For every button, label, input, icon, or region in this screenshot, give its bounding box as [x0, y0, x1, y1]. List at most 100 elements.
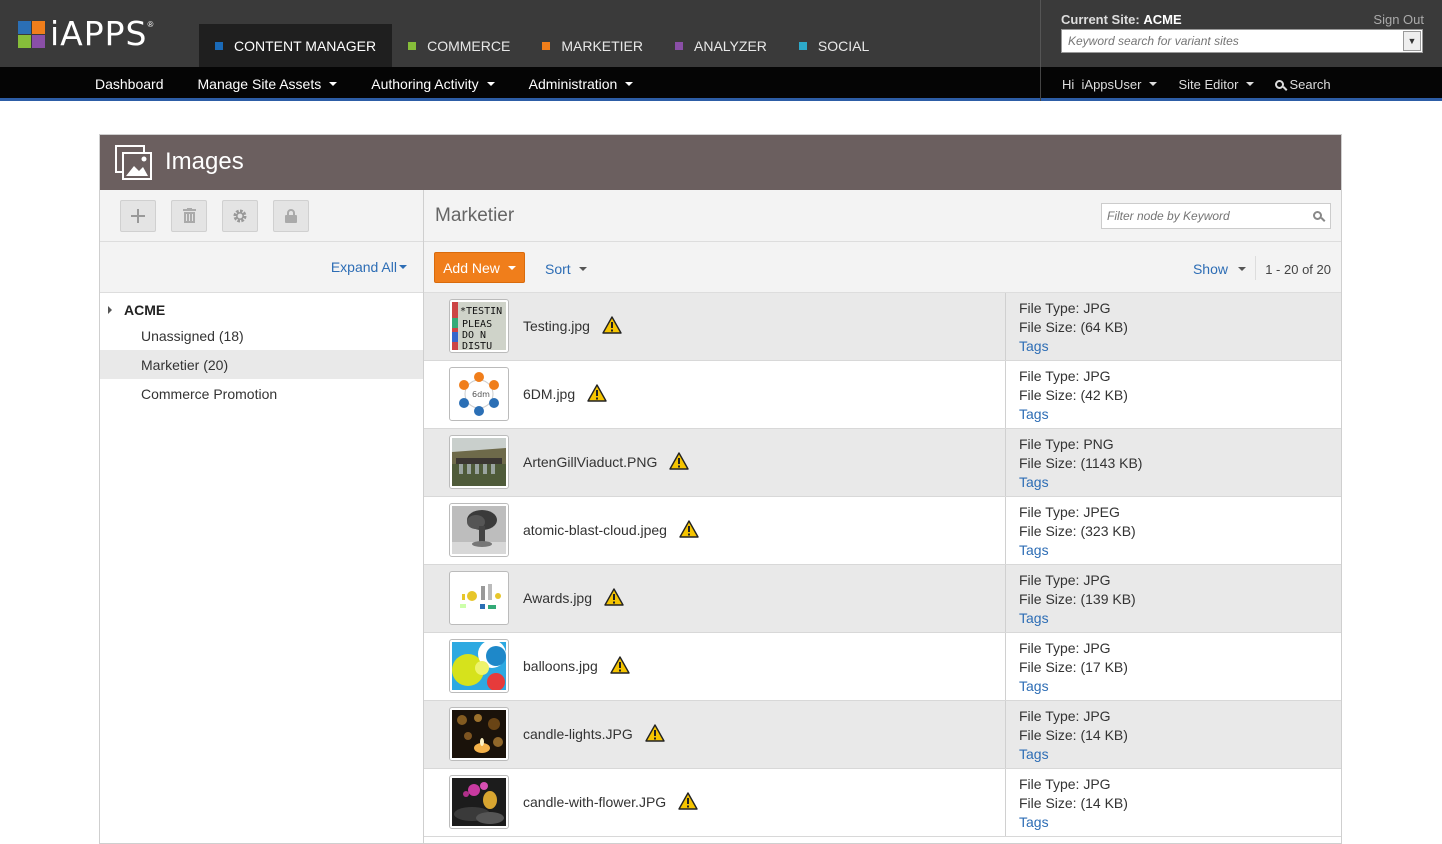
file-thumbnail[interactable]: [449, 571, 509, 625]
file-name[interactable]: atomic-blast-cloud.jpeg: [523, 520, 699, 538]
app-tab-content-manager[interactable]: CONTENT MANAGER: [199, 24, 393, 67]
tags-link[interactable]: Tags: [1019, 405, 1128, 424]
tags-link[interactable]: Tags: [1019, 745, 1128, 764]
app-tab-social[interactable]: SOCIAL: [783, 24, 885, 67]
file-type-value: JPG: [1083, 640, 1111, 656]
caret-down-icon: [1246, 82, 1255, 86]
chevron-down-icon[interactable]: ▼: [1403, 31, 1421, 51]
search-icon[interactable]: [1313, 211, 1322, 220]
file-row[interactable]: Awards.jpg File Type: JPG File Size: (139 …: [424, 565, 1341, 633]
file-meta: File Type: PNG File Size: (1143 KB) Tags: [1019, 435, 1142, 492]
nav-administration-label: Administration: [528, 76, 618, 92]
nav-authoring-activity[interactable]: Authoring Activity: [371, 67, 495, 101]
file-type-line: File Type: JPG: [1019, 639, 1128, 658]
file-meta: File Type: JPEG File Size: (323 KB) Tags: [1019, 503, 1136, 560]
nav-dashboard[interactable]: Dashboard: [95, 67, 164, 101]
trash-icon: [182, 208, 196, 223]
file-meta: File Type: JPG File Size: (14 KB) Tags: [1019, 707, 1128, 764]
file-name[interactable]: candle-with-flower.JPG: [523, 792, 698, 810]
file-row[interactable]: 6dm 6DM.jpg File Type: JPG File Size: (42 K…: [424, 361, 1341, 429]
tags-link[interactable]: Tags: [1019, 609, 1136, 628]
file-name[interactable]: 6DM.jpg: [523, 384, 607, 402]
file-size-value: (139 KB): [1080, 591, 1136, 607]
add-new-button[interactable]: Add New: [434, 252, 525, 283]
nav-manage-site-assets[interactable]: Manage Site Assets: [198, 67, 338, 101]
file-thumbnail[interactable]: 6dm: [449, 367, 509, 421]
file-row[interactable]: balloons.jpg File Type: JPG File Size: (17…: [424, 633, 1341, 701]
file-type-line: File Type: JPG: [1019, 571, 1136, 590]
caret-down-icon: [399, 265, 407, 269]
tree-node[interactable]: Unassigned (18): [100, 321, 423, 350]
site-editor-menu[interactable]: Site Editor: [1178, 77, 1255, 92]
page-title: Images: [165, 148, 244, 175]
folder-tree-pane: Expand All ACME Unassigned (18) Marketier…: [100, 190, 424, 843]
file-name[interactable]: ArtenGillViaduct.PNG: [523, 452, 690, 470]
file-thumbnail[interactable]: [449, 639, 509, 693]
images-icon: [115, 145, 152, 180]
tags-link[interactable]: Tags: [1019, 337, 1128, 356]
svg-text:DO N: DO N: [462, 330, 486, 341]
file-meta: File Type: JPG File Size: (14 KB) Tags: [1019, 775, 1128, 832]
filter-box[interactable]: [1101, 203, 1331, 229]
expand-row: Expand All: [100, 242, 423, 293]
file-row[interactable]: atomic-blast-cloud.jpeg File Type: JPEG Fi…: [424, 497, 1341, 565]
nav-menu: Dashboard Manage Site Assets Authoring A…: [95, 67, 667, 101]
tree-node[interactable]: Commerce Promotion: [100, 379, 423, 408]
show-dropdown[interactable]: Show: [1193, 261, 1246, 277]
thumbnail-image: [452, 640, 506, 691]
app-tab-analyzer[interactable]: ANALYZER: [659, 24, 783, 67]
logo-mark-icon: [18, 21, 45, 48]
search-link[interactable]: Search: [1275, 77, 1331, 92]
sort-dropdown[interactable]: Sort: [545, 261, 587, 277]
app-tab-label: COMMERCE: [427, 37, 511, 54]
file-thumbnail[interactable]: [449, 775, 509, 829]
file-size-value: (14 KB): [1080, 795, 1128, 811]
tags-link[interactable]: Tags: [1019, 473, 1142, 492]
file-thumbnail[interactable]: [449, 707, 509, 761]
expand-arrow-icon[interactable]: [108, 306, 112, 314]
sign-out-link[interactable]: Sign Out: [1373, 12, 1424, 27]
file-meta: File Type: JPG File Size: (42 KB) Tags: [1019, 367, 1128, 424]
file-row-main: candle-with-flower.JPG: [424, 769, 1006, 836]
file-row[interactable]: candle-with-flower.JPG File Type: JPG File…: [424, 769, 1341, 837]
app-tab-marketier[interactable]: MARKETIER: [526, 24, 659, 67]
tags-link[interactable]: Tags: [1019, 677, 1128, 696]
user-name: iAppsUser: [1081, 76, 1142, 92]
file-type-value: JPG: [1083, 708, 1111, 724]
file-size-label: File Size:: [1019, 795, 1077, 811]
tree-root-acme[interactable]: ACME: [100, 299, 423, 321]
app-tab-commerce[interactable]: COMMERCE: [392, 24, 526, 67]
folder-settings-button[interactable]: [222, 199, 258, 232]
tags-link[interactable]: Tags: [1019, 541, 1136, 560]
file-thumbnail[interactable]: *TESTIN PLEAS DO N DISTU: [449, 299, 509, 353]
file-name[interactable]: balloons.jpg: [523, 656, 630, 674]
file-row[interactable]: *TESTIN PLEAS DO N DISTU Testing.jpg File Typ…: [424, 293, 1341, 361]
variant-site-search[interactable]: ▼: [1061, 29, 1423, 53]
add-folder-button[interactable]: [120, 199, 156, 232]
file-thumbnail[interactable]: [449, 435, 509, 489]
file-row[interactable]: ArtenGillViaduct.PNG File Type: PNG File S…: [424, 429, 1341, 497]
file-type-value: JPG: [1083, 572, 1111, 588]
variant-site-search-input[interactable]: [1062, 30, 1402, 52]
delete-folder-button[interactable]: [171, 199, 207, 232]
file-row[interactable]: candle-lights.JPG File Type: JPG File Size…: [424, 701, 1341, 769]
user-menu[interactable]: Hi iAppsUser: [1062, 76, 1158, 92]
file-name[interactable]: Awards.jpg: [523, 588, 624, 606]
logo-text: iAPPS: [50, 14, 148, 53]
warning-icon: [678, 792, 698, 810]
warning-icon: [587, 384, 607, 402]
thumbnail-image: [452, 778, 506, 826]
tree-node[interactable]: Marketier (20): [100, 350, 423, 379]
lock-folder-button[interactable]: [273, 199, 309, 232]
file-name[interactable]: Testing.jpg: [523, 316, 622, 334]
file-name[interactable]: candle-lights.JPG: [523, 724, 665, 742]
expand-all-link[interactable]: Expand All: [331, 259, 407, 275]
tags-link[interactable]: Tags: [1019, 813, 1128, 832]
file-thumbnail[interactable]: [449, 503, 509, 557]
filter-input[interactable]: [1102, 204, 1302, 228]
nav-administration[interactable]: Administration: [529, 67, 634, 101]
file-size-line: File Size: (323 KB): [1019, 522, 1136, 541]
file-row-main: 6dm 6DM.jpg: [424, 361, 1006, 428]
iapps-logo[interactable]: iAPPS ®: [18, 14, 153, 53]
show-label: Show: [1192, 261, 1228, 277]
